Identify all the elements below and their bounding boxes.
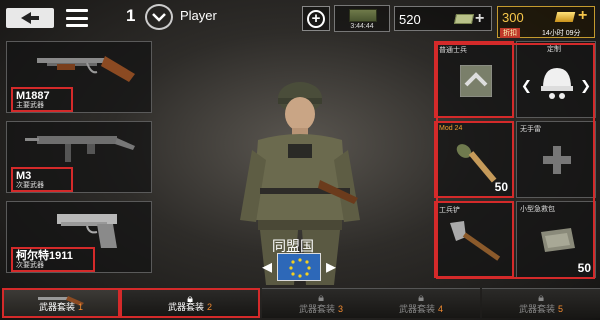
- grenade-slot[interactable]: Mod 24 50: [434, 121, 514, 198]
- supply-timer: 3:44:44: [350, 23, 374, 30]
- loadout-tab-2[interactable]: 🔒︎ 武器套装 2: [120, 288, 260, 318]
- secondary-weapon-slot[interactable]: M3 次要武器: [6, 121, 152, 193]
- next-faction-icon[interactable]: ▸: [326, 254, 336, 279]
- prev-faction-icon[interactable]: ◂: [262, 254, 272, 279]
- shotgun-icon: [37, 56, 135, 82]
- rank-slot[interactable]: 普通士兵: [434, 41, 514, 118]
- cash-balance[interactable]: 520 +: [394, 6, 492, 31]
- stick-grenade-icon: [456, 144, 497, 183]
- supply-crate-button[interactable]: 3:44:44: [334, 5, 390, 32]
- shovel-icon: [450, 221, 501, 261]
- menu-icon[interactable]: [66, 9, 88, 27]
- eu-flag-icon: [277, 253, 321, 281]
- smg-icon: [25, 136, 135, 162]
- loadout-tab-5[interactable]: 🔒︎ 武器套装 5: [482, 288, 600, 318]
- rank-chevron-icon: [145, 4, 173, 30]
- no-grenade-slot[interactable]: 无手雷: [516, 121, 596, 198]
- next-custom-icon[interactable]: ❯: [580, 78, 591, 94]
- prev-custom-icon[interactable]: ❮: [521, 78, 532, 94]
- shovel-slot[interactable]: 工兵铲: [434, 201, 514, 278]
- cash-value: 520: [399, 12, 421, 27]
- pistol-weapon-label: 柯尔特1911 次要武器: [11, 247, 95, 272]
- empty-slot-plus-icon: [543, 146, 571, 174]
- back-arrow-icon: [21, 12, 39, 24]
- add-gold-icon[interactable]: +: [578, 7, 587, 25]
- gold-balance[interactable]: 300 + 折扣 14小时 09分: [497, 6, 595, 38]
- loadout-tab-4[interactable]: 🔒︎ 武器套装 4: [362, 288, 480, 318]
- add-button[interactable]: +: [302, 6, 330, 31]
- loadout-tab-1[interactable]: 武器套装 1: [2, 288, 120, 318]
- plus-icon: +: [307, 9, 325, 28]
- pistol-weapon-slot[interactable]: 柯尔特1911 次要武器: [6, 201, 152, 273]
- discount-timer: 14小时 09分: [542, 30, 581, 37]
- back-button[interactable]: [6, 8, 54, 28]
- helmet-icon: [541, 68, 573, 99]
- player-name: Player: [180, 8, 217, 23]
- medkit-slot[interactable]: 小型急救包 50: [516, 201, 596, 278]
- gold-value: 300: [502, 10, 524, 25]
- cash-icon: [453, 14, 475, 24]
- discount-badge: 折扣: [500, 28, 520, 38]
- customize-slot[interactable]: 定制 ❮ ❯: [516, 41, 596, 118]
- medkit-icon: [541, 228, 575, 252]
- player-level: 1: [126, 6, 136, 25]
- crate-icon: [349, 9, 377, 22]
- pistol-icon: [57, 214, 117, 248]
- primary-weapon-slot[interactable]: M1887 主要武器: [6, 41, 152, 113]
- rank-chevron-insignia-icon: [460, 65, 492, 97]
- gold-bar-icon: [554, 12, 576, 22]
- secondary-weapon-label: M3 次要武器: [11, 167, 73, 192]
- add-cash-icon[interactable]: +: [475, 10, 484, 28]
- primary-weapon-label: M1887 主要武器: [11, 87, 73, 112]
